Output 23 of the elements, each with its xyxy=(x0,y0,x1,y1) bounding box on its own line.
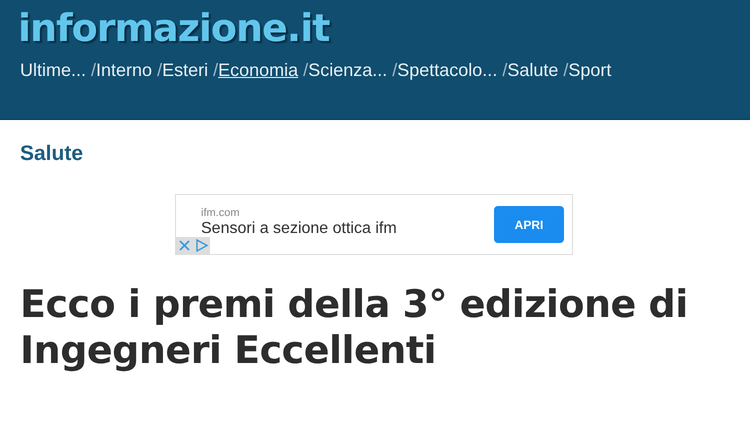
section-title[interactable]: Salute xyxy=(20,142,84,166)
ad-headline: Sensori a sezione ottica ifm xyxy=(201,220,397,238)
nav-link[interactable]: Economia xyxy=(218,60,298,81)
nav-separator: / xyxy=(392,60,398,81)
close-icon[interactable] xyxy=(176,237,193,254)
nav-link[interactable]: Ultime... xyxy=(20,60,86,81)
play-triangle-icon[interactable] xyxy=(193,237,210,254)
nav-link[interactable]: Salute xyxy=(507,60,558,81)
nav-separator: / xyxy=(303,60,308,81)
nav-link[interactable]: Esteri xyxy=(162,60,208,81)
nav-separator: / xyxy=(563,60,568,81)
nav-separator: / xyxy=(157,60,162,81)
nav-separator: / xyxy=(502,60,508,81)
nav-link[interactable]: Sport xyxy=(568,60,612,81)
ad-banner[interactable]: ifm.com Sensori a sezione ottica ifm APRI xyxy=(175,194,573,255)
nav-link[interactable]: Scienza... xyxy=(308,60,388,81)
site-logo[interactable]: informazione.it xyxy=(18,6,330,50)
nav-separator: / xyxy=(213,60,218,81)
nav-link[interactable]: Spettacolo... xyxy=(397,60,498,81)
nav-separator: / xyxy=(91,60,96,81)
article-title: Ecco i premi della 3° edizione di Ingegneri Eccellenti xyxy=(20,281,689,373)
ad-domain: ifm.com xyxy=(201,207,240,219)
nav-link[interactable]: Interno xyxy=(96,60,152,81)
